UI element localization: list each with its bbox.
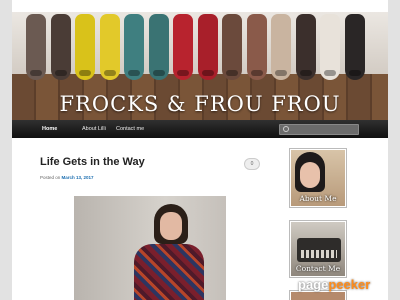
shoe-decoration: [246, 14, 267, 80]
search-icon: [283, 126, 289, 132]
shoe-decoration: [295, 14, 316, 80]
watermark-part2: peeker: [328, 277, 371, 292]
header-banner[interactable]: FROCKS & FROU FROU: [12, 12, 388, 120]
shoe-decoration: [222, 14, 242, 80]
shoe-decoration: [148, 14, 169, 80]
nav-item-about-lilli[interactable]: About Lilli: [76, 120, 112, 138]
shoe-decoration: [197, 14, 218, 80]
about-me-label: About Me: [299, 194, 337, 203]
comments-bubble[interactable]: 0: [244, 158, 260, 170]
page: FROCKS & FROU FROU Home About Lilli Cont…: [12, 0, 388, 300]
shoe-decoration: [99, 14, 120, 80]
search-input[interactable]: [279, 124, 359, 135]
photo-dress: [134, 244, 204, 300]
shoe-decoration: [124, 14, 144, 80]
post-date-link[interactable]: March 13, 2017: [62, 175, 94, 180]
shoe-decoration: [173, 14, 193, 80]
shoe-decoration: [75, 14, 95, 80]
site-title[interactable]: FROCKS & FROU FROU: [12, 92, 388, 116]
shoe-decoration: [26, 14, 46, 80]
watermark-part1: page: [298, 277, 329, 292]
shoe-decoration: [271, 14, 291, 80]
post-photo: [74, 196, 226, 300]
pagepeeker-watermark: pagepeeker: [298, 277, 370, 292]
nav-item-contact-me[interactable]: Contact me: [110, 120, 150, 138]
contact-me-image: Contact Me: [291, 222, 345, 276]
contact-me-widget[interactable]: Contact Me: [289, 220, 347, 278]
post-meta: Posted on March 13, 2017: [40, 175, 94, 180]
shoe-decoration: [344, 14, 365, 80]
photo-face: [160, 212, 182, 240]
shoe-decoration: [50, 14, 71, 80]
about-me-image: About Me: [291, 150, 345, 206]
post-title[interactable]: Life Gets in the Way: [40, 156, 145, 168]
main-nav: Home About Lilli Contact me: [12, 120, 388, 138]
about-me-widget[interactable]: About Me: [289, 148, 347, 208]
meta-prefix: Posted on: [40, 175, 61, 180]
nav-item-home[interactable]: Home: [36, 120, 63, 138]
shoe-decoration: [320, 14, 340, 80]
contact-me-label: Contact Me: [295, 264, 341, 273]
